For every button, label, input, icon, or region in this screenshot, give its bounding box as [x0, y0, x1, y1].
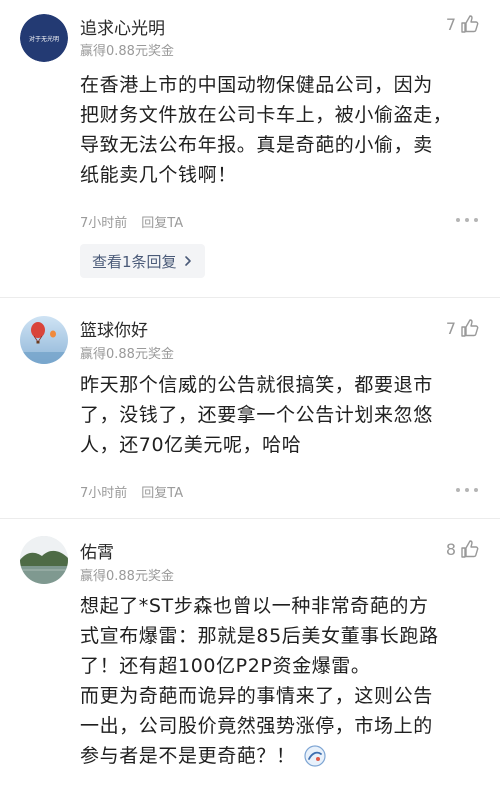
like-count: 7 — [445, 14, 456, 34]
user-avatar[interactable] — [20, 536, 68, 584]
comment-item: 篮球你好 赢得0.88元奖金 7 昨天那个信威的公告就很搞笑，都要退市 了，没钱… — [0, 298, 500, 518]
comment-meta: 7小时前 回复TA — [80, 212, 183, 231]
thumbs-up-icon — [461, 15, 479, 33]
like-count: 7 — [445, 318, 456, 338]
more-options-icon[interactable] — [456, 218, 478, 222]
comment-text: 想起了*ST步森也曾以一种非常奇葩的方 式宣布爆雷：那就是85后美女董事长跑路 … — [80, 595, 439, 767]
user-avatar[interactable] — [20, 316, 68, 364]
thumbs-up-icon — [461, 319, 479, 337]
user-avatar[interactable]: 对于无光明 — [20, 14, 68, 62]
comment-time: 7小时前 — [80, 216, 128, 231]
comment-text: 在香港上市的中国动物保健品公司，因为 把财务文件放在公司卡车上，被小偷盗走， 导… — [80, 74, 453, 186]
reward-text: 赢得0.88元奖金 — [80, 347, 174, 362]
like-count: 8 — [445, 539, 456, 559]
reply-link[interactable]: 回复TA — [141, 482, 183, 501]
like-button[interactable]: 7 — [446, 14, 480, 34]
like-button[interactable]: 7 — [446, 318, 480, 338]
comment-time: 7小时前 — [80, 486, 128, 501]
comment-username[interactable]: 佑霄 — [80, 538, 114, 563]
chevron-right-icon — [184, 256, 191, 266]
more-options-icon[interactable] — [456, 488, 478, 492]
view-replies-button[interactable]: 查看1条回复 — [80, 244, 205, 278]
comment-meta: 7小时前 回复TA — [80, 482, 183, 501]
comment-text: 昨天那个信威的公告就很搞笑，都要退市 了，没钱了，还要拿一个公告计划来忽悠 人，… — [80, 374, 433, 456]
reward-text: 赢得0.88元奖金 — [80, 44, 174, 59]
emoji-icon — [304, 745, 326, 767]
comment-item: 佑霄 赢得0.88元奖金 8 想起了*ST步森也曾以一种非常奇葩的方 式宣布爆雷… — [0, 519, 500, 802]
svg-text:对于无光明: 对于无光明 — [29, 35, 59, 43]
like-button[interactable]: 8 — [446, 539, 480, 559]
thumbs-up-icon — [461, 540, 479, 558]
comment-item: 对于无光明 追求心光明 赢得0.88元奖金 7 在香港上市的中国动物保健品公司，… — [0, 0, 500, 297]
reply-link[interactable]: 回复TA — [141, 212, 183, 231]
hot-air-balloon-avatar-icon — [20, 316, 68, 364]
landscape-avatar-icon — [20, 536, 68, 584]
view-replies-label: 查看1条回复 — [92, 252, 177, 271]
user-avatar-text-icon: 对于无光明 — [20, 14, 68, 62]
reward-text: 赢得0.88元奖金 — [80, 569, 174, 584]
comment-username[interactable]: 篮球你好 — [80, 316, 148, 341]
comment-username[interactable]: 追求心光明 — [80, 14, 165, 39]
